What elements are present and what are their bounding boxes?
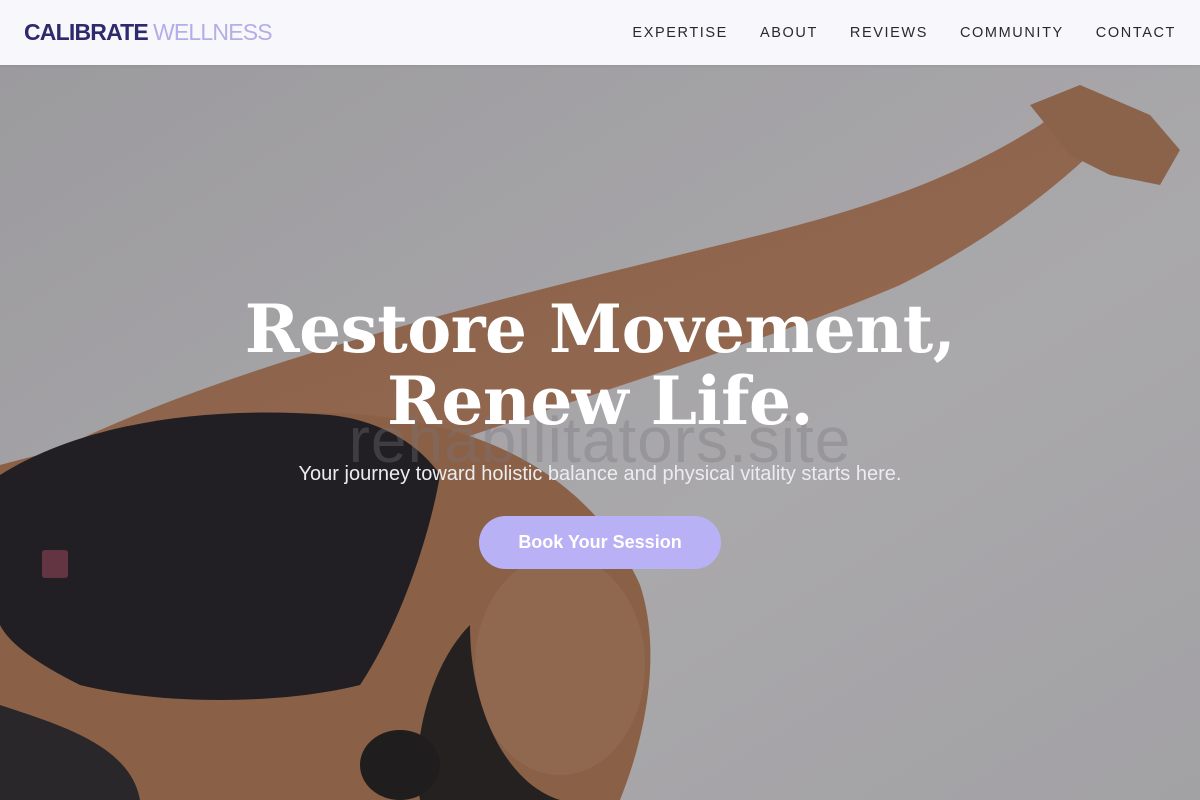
- hero-title-line-1: Restore Movement,: [244, 290, 956, 368]
- nav-link-about[interactable]: ABOUT: [760, 25, 818, 41]
- hero-section: rehabilitators.site Restore Movement, Re…: [0, 65, 1200, 800]
- nav-link-expertise[interactable]: EXPERTISE: [632, 25, 728, 41]
- main-nav: EXPERTISE ABOUT REVIEWS COMMUNITY CONTAC…: [632, 25, 1176, 41]
- logo-text-strong: CALIBRATE: [24, 19, 149, 45]
- logo-text-light: WELLNESS: [152, 19, 273, 45]
- site-logo[interactable]: CALIBRATE WELLNESS: [24, 19, 273, 46]
- top-navbar: CALIBRATE WELLNESS EXPERTISE ABOUT REVIE…: [0, 0, 1200, 65]
- book-session-button[interactable]: Book Your Session: [479, 516, 721, 569]
- nav-link-contact[interactable]: CONTACT: [1096, 25, 1176, 41]
- nav-link-reviews[interactable]: REVIEWS: [850, 25, 928, 41]
- hero-title-line-2: Renew Life.: [387, 362, 813, 440]
- nav-link-community[interactable]: COMMUNITY: [960, 25, 1064, 41]
- hero-subtitle: Your journey toward holistic balance and…: [298, 463, 902, 485]
- hero-title: Restore Movement, Renew Life.: [0, 293, 1200, 437]
